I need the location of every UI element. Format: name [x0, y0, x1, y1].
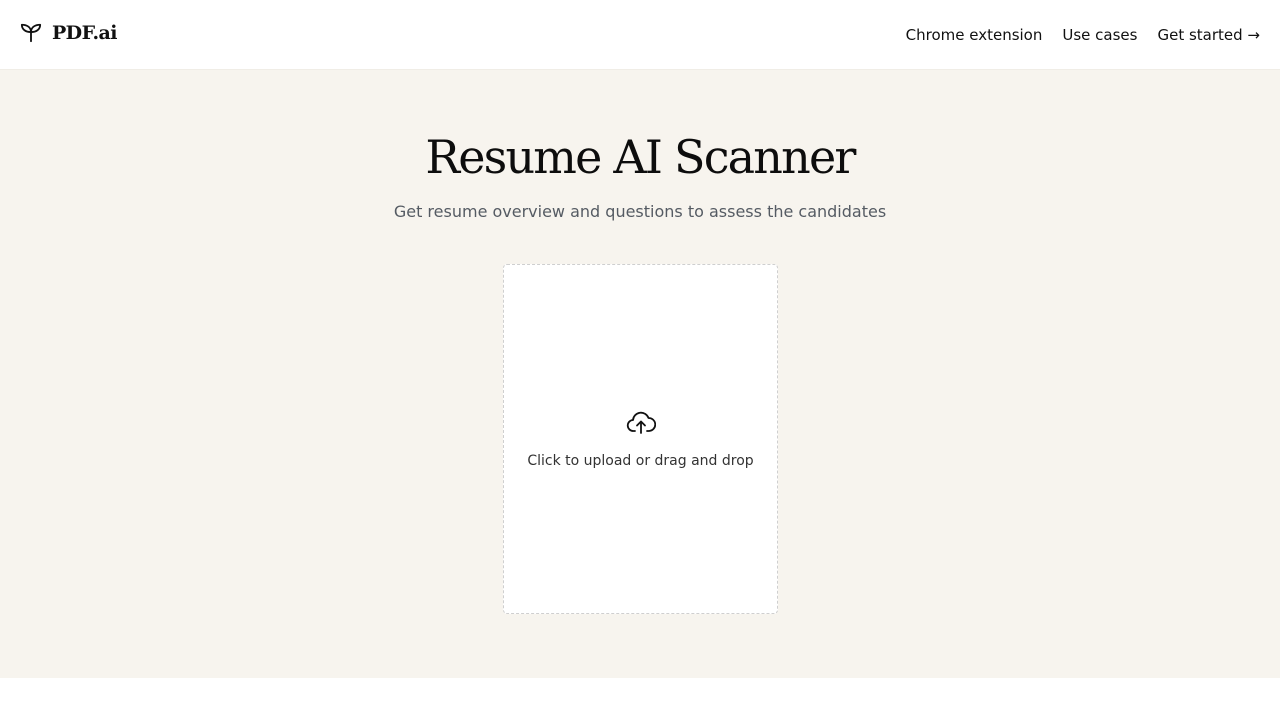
- top-navigation-bar: PDF.ai Chrome extension Use cases Get st…: [0, 0, 1280, 70]
- logo-link[interactable]: PDF.ai: [20, 22, 117, 44]
- sprout-icon: [20, 23, 42, 43]
- main-nav: Chrome extension Use cases Get started →: [906, 24, 1260, 46]
- page-subtitle: Get resume overview and questions to ass…: [393, 202, 887, 221]
- nav-chrome-extension-link[interactable]: Chrome extension: [906, 24, 1043, 46]
- page-title: Resume AI Scanner: [425, 130, 856, 184]
- nav-get-started-link[interactable]: Get started →: [1157, 24, 1260, 46]
- nav-use-cases-link[interactable]: Use cases: [1062, 24, 1137, 46]
- logo-text: PDF.ai: [52, 22, 117, 44]
- resume-upload-dropzone[interactable]: Click to upload or drag and drop: [503, 264, 778, 614]
- cloud-upload-icon: [626, 411, 656, 434]
- upload-instruction-text: Click to upload or drag and drop: [527, 453, 754, 469]
- hero-section: Resume AI Scanner Get resume overview an…: [0, 70, 1280, 678]
